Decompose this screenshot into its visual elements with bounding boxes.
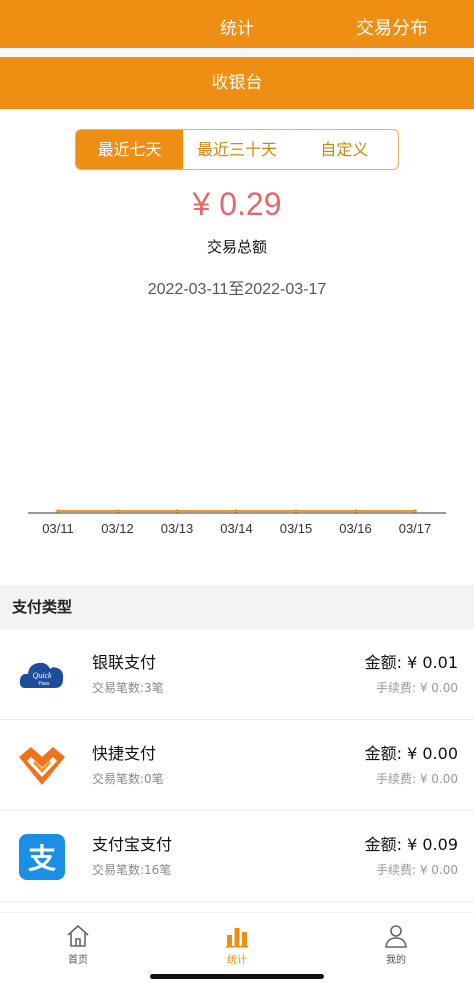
x-tick-label: 03/17	[399, 521, 432, 536]
payment-amount: 金额: ¥ 0.01	[364, 653, 458, 672]
x-tick-label: 03/14	[220, 521, 253, 536]
payment-count: 交易笔数:16笔	[92, 863, 172, 877]
payment-count: 交易笔数:0笔	[92, 772, 164, 786]
nav-stats-label: 统计	[227, 955, 247, 966]
tab-custom-range[interactable]: 自定义	[291, 130, 398, 169]
x-tick-label: 03/12	[101, 521, 134, 536]
nav-mine[interactable]: 我的	[366, 923, 426, 966]
cashier-title-bar: 收银台	[0, 57, 474, 109]
svg-text:Pass: Pass	[38, 681, 50, 687]
cashier-title: 收银台	[211, 73, 263, 93]
payment-row-quick[interactable]: 快捷支付 交易笔数:0笔 金额: ¥ 0.00 手续费: ¥ 0.00	[0, 720, 474, 811]
transaction-line-chart: 03/11 03/12 03/13 03/14 03/15 03/16 03/17	[28, 509, 446, 536]
payment-name: 快捷支付	[92, 744, 157, 763]
data-point	[115, 509, 120, 513]
svg-text:支: 支	[28, 842, 56, 875]
x-tick-label: 03/11	[42, 521, 74, 536]
tab-last-30-days[interactable]: 最近三十天	[183, 130, 290, 169]
tab-transaction-distribution[interactable]: 交易分布	[356, 14, 428, 40]
nav-home[interactable]: 首页	[48, 923, 108, 966]
payment-amount: 金额: ¥ 0.09	[364, 835, 458, 854]
date-range-text: 2022-03-11至2022-03-17	[147, 281, 327, 298]
tab-stats[interactable]: 统计	[220, 14, 254, 39]
quick-pay-icon	[19, 747, 65, 785]
payment-fee: 手续费: ¥ 0.00	[375, 772, 458, 786]
payment-name: 银联支付	[92, 653, 157, 672]
payment-row-alipay[interactable]: 支 支付宝支付 交易笔数:16笔 金额: ¥ 0.09 手续费: ¥ 0.00	[0, 811, 474, 902]
bar-chart-icon	[226, 928, 248, 948]
data-point	[175, 509, 179, 513]
home-icon	[67, 924, 89, 947]
data-point	[353, 509, 358, 513]
tab-last-7-days[interactable]: 最近七天	[76, 130, 184, 169]
header-divider	[0, 48, 474, 57]
payment-type-header: 支付类型	[0, 585, 474, 629]
payment-row-unionpay[interactable]: Quick Pass 银联支付 交易笔数:3笔 金额: ¥ 0.01 手续费: …	[0, 629, 474, 720]
payment-type-list: Quick Pass 银联支付 交易笔数:3笔 金额: ¥ 0.01 手续费: …	[0, 629, 474, 902]
nav-stats[interactable]: 统计	[207, 923, 267, 966]
x-tick-label: 03/15	[280, 521, 313, 536]
nav-home-label: 首页	[68, 955, 88, 966]
total-amount: ¥ 0.29	[192, 186, 282, 222]
svg-text:Quick: Quick	[32, 671, 52, 680]
payment-type-title: 支付类型	[12, 598, 73, 616]
total-amount-label: 交易总额	[206, 238, 267, 256]
home-indicator	[150, 974, 324, 979]
payment-amount: 金额: ¥ 0.00	[364, 744, 458, 763]
payment-name: 支付宝支付	[92, 835, 173, 854]
x-tick-label: 03/16	[339, 521, 372, 536]
user-icon	[385, 925, 407, 948]
data-point	[294, 509, 298, 513]
top-header: 统计 交易分布	[0, 0, 474, 48]
data-point	[234, 509, 239, 513]
date-range-selector: 最近七天 最近三十天 自定义	[75, 129, 399, 170]
data-point	[56, 509, 60, 513]
data-point	[413, 509, 417, 513]
payment-fee: 手续费: ¥ 0.00	[375, 681, 458, 695]
unionpay-quickpass-icon: Quick Pass	[19, 662, 64, 688]
payment-count: 交易笔数:3笔	[92, 681, 164, 695]
alipay-icon: 支	[19, 834, 65, 880]
nav-mine-label: 我的	[386, 955, 406, 966]
payment-fee: 手续费: ¥ 0.00	[375, 863, 458, 877]
x-tick-label: 03/13	[161, 521, 194, 536]
